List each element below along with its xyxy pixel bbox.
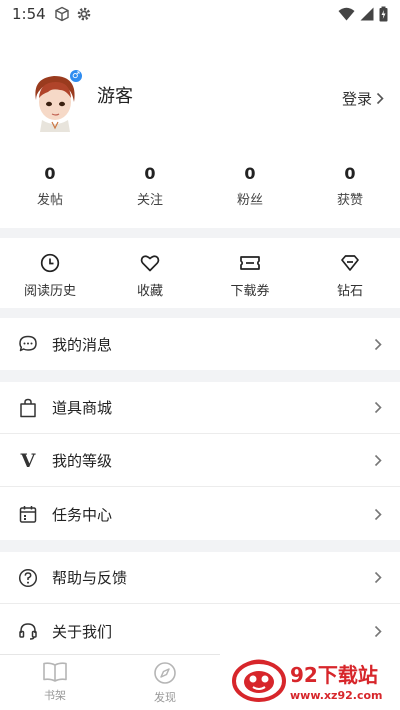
status-bar: 1:54 xyxy=(0,0,400,28)
stat-followers[interactable]: 0 粉丝 xyxy=(200,160,300,226)
quick-download-vouchers[interactable]: 下载券 xyxy=(200,238,300,308)
gender-symbol: ♂ xyxy=(71,70,81,81)
section-divider xyxy=(0,308,400,318)
ticket-icon xyxy=(240,256,260,270)
stats-row: 0 发帖 0 关注 0 粉丝 0 获赞 xyxy=(0,160,400,226)
quick-diamonds[interactable]: 钻石 xyxy=(300,238,400,308)
bottom-tab-bar: 书架 发现 xyxy=(0,654,220,710)
vip-level-icon: V xyxy=(20,449,36,472)
stat-value: 0 xyxy=(244,164,256,183)
stat-value: 0 xyxy=(344,164,356,183)
quick-favorites[interactable]: 收藏 xyxy=(100,238,200,308)
tab-label: 书架 xyxy=(44,689,66,702)
compass-icon xyxy=(154,662,176,684)
tab-label: 发现 xyxy=(154,691,176,704)
signal-icon xyxy=(360,7,374,21)
chevron-right-icon xyxy=(374,338,382,350)
cube-icon xyxy=(54,6,69,22)
menu-item-help-feedback[interactable]: 帮助与反馈 xyxy=(0,552,400,604)
battery-charging-icon xyxy=(379,6,388,22)
quick-label: 钻石 xyxy=(336,284,363,299)
chevron-right-icon xyxy=(374,401,382,414)
quick-label: 下载券 xyxy=(230,284,270,299)
stat-value: 0 xyxy=(144,164,156,183)
watermark-logo xyxy=(232,659,286,702)
quick-label: 阅读历史 xyxy=(23,284,76,299)
stat-label: 获赞 xyxy=(336,193,363,208)
headset-icon xyxy=(19,623,37,640)
stat-posts[interactable]: 0 发帖 xyxy=(0,160,100,226)
diamond-icon xyxy=(341,255,359,271)
clock-icon xyxy=(40,253,60,273)
chevron-right-icon xyxy=(376,92,384,105)
menu-label: 关于我们 xyxy=(52,622,113,641)
section-divider xyxy=(0,370,400,382)
menu-label: 我的消息 xyxy=(52,335,113,354)
watermark-url: www.xz92.com xyxy=(290,688,383,702)
chevron-right-icon xyxy=(374,454,382,467)
book-icon xyxy=(43,662,67,682)
chevron-right-icon xyxy=(374,625,382,637)
stat-value: 0 xyxy=(44,164,56,183)
menu-item-about-us[interactable]: 关于我们 xyxy=(0,605,400,657)
tab-discover[interactable]: 发现 xyxy=(110,655,220,710)
watermark: 92下载站 www.xz92.com xyxy=(232,652,392,708)
profile-header: ♂ 游客 登录 xyxy=(0,28,400,158)
quick-actions: 阅读历史 收藏 下载券 钻石 xyxy=(0,238,400,308)
wifi-icon xyxy=(338,7,355,21)
menu-item-task-center[interactable]: 任务中心 xyxy=(0,488,400,540)
chevron-right-icon xyxy=(374,571,382,584)
status-time: 1:54 xyxy=(12,5,46,23)
section-divider xyxy=(0,228,400,238)
stat-label: 发帖 xyxy=(36,193,63,208)
menu-label: 道具商城 xyxy=(52,399,113,417)
stat-following[interactable]: 0 关注 xyxy=(100,160,200,226)
menu-label: 我的等级 xyxy=(52,452,113,470)
shopping-bag-icon xyxy=(20,398,36,417)
menu-label: 帮助与反馈 xyxy=(52,569,128,587)
login-button[interactable]: 登录 xyxy=(342,88,384,109)
stat-likes[interactable]: 0 获赞 xyxy=(300,160,400,226)
settings-icon xyxy=(77,7,90,21)
calendar-icon xyxy=(19,506,37,523)
quick-label: 收藏 xyxy=(136,284,163,299)
help-icon xyxy=(18,568,38,587)
menu-label: 任务中心 xyxy=(52,505,113,524)
chat-bubble-icon xyxy=(19,335,37,352)
stat-label: 关注 xyxy=(136,193,163,208)
menu-my-messages[interactable]: 我的消息 xyxy=(0,318,400,370)
watermark-title: 92下载站 xyxy=(290,662,378,687)
heart-icon xyxy=(140,255,160,272)
stat-label: 粉丝 xyxy=(236,193,263,208)
login-label: 登录 xyxy=(341,90,372,108)
menu-item-shop[interactable]: 道具商城 xyxy=(0,382,400,434)
chevron-right-icon xyxy=(374,508,382,520)
section-divider xyxy=(0,540,400,552)
gender-male-icon: ♂ xyxy=(68,68,84,84)
username: 游客 xyxy=(97,86,133,107)
quick-reading-history[interactable]: 阅读历史 xyxy=(0,238,100,308)
tab-bookshelf[interactable]: 书架 xyxy=(0,655,110,710)
menu-item-level[interactable]: V 我的等级 xyxy=(0,435,400,487)
